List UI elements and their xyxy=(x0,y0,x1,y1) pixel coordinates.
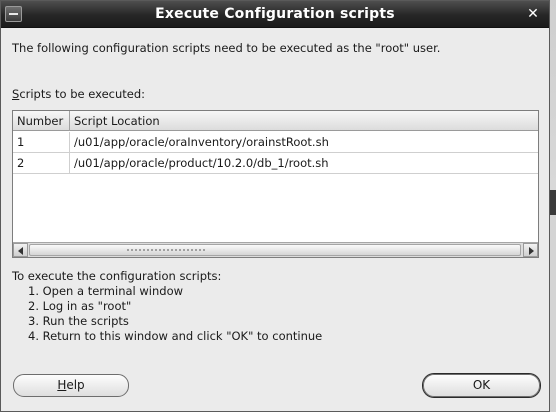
help-button[interactable]: Help xyxy=(13,374,129,397)
horizontal-scrollbar[interactable] xyxy=(13,242,538,257)
row-number: 1 xyxy=(13,132,70,152)
instructions-title: To execute the configuration scripts: xyxy=(12,269,222,283)
row-script-location: /u01/app/oracle/oraInventory/orainstRoot… xyxy=(74,135,329,149)
table-row[interactable]: 2 /u01/app/oracle/product/10.2.0/db_1/ro… xyxy=(13,153,538,174)
instruction-step: 3. Run the scripts xyxy=(28,314,129,328)
instruction-step: 4. Return to this window and click "OK" … xyxy=(28,329,323,343)
instruction-step: 1. Open a terminal window xyxy=(28,284,184,298)
scroll-left-icon[interactable] xyxy=(13,243,28,257)
dialog-window: Execute Configuration scripts ✕ The foll… xyxy=(0,0,550,412)
scrollbar-grip xyxy=(126,248,206,253)
instruction-step: 2. Log in as "root" xyxy=(28,299,132,313)
scrollbar-thumb[interactable] xyxy=(29,244,521,256)
column-header-script-location[interactable]: Script Location xyxy=(70,111,538,131)
scripts-label: Scripts to be executed: xyxy=(12,87,145,101)
table-header: Number Script Location xyxy=(13,111,538,131)
desktop-background xyxy=(550,0,556,412)
intro-text: The following configuration scripts need… xyxy=(12,41,441,55)
row-number: 2 xyxy=(13,153,70,173)
window-title: Execute Configuration scripts xyxy=(155,6,395,22)
scroll-right-icon[interactable] xyxy=(523,243,538,257)
title-bar[interactable]: Execute Configuration scripts ✕ xyxy=(1,1,549,28)
table-row[interactable]: 1 /u01/app/oracle/oraInventory/orainstRo… xyxy=(13,132,538,153)
ok-button[interactable]: OK xyxy=(423,374,540,397)
row-script-location: /u01/app/oracle/product/10.2.0/db_1/root… xyxy=(74,156,329,170)
help-mnemonic: H xyxy=(57,378,67,392)
close-icon[interactable]: ✕ xyxy=(525,5,541,23)
scripts-table: Number Script Location 1 /u01/app/oracle… xyxy=(12,110,539,258)
help-label-rest: elp xyxy=(66,378,85,392)
scripts-label-rest: cripts to be executed: xyxy=(19,87,146,101)
column-header-number[interactable]: Number xyxy=(13,111,70,131)
